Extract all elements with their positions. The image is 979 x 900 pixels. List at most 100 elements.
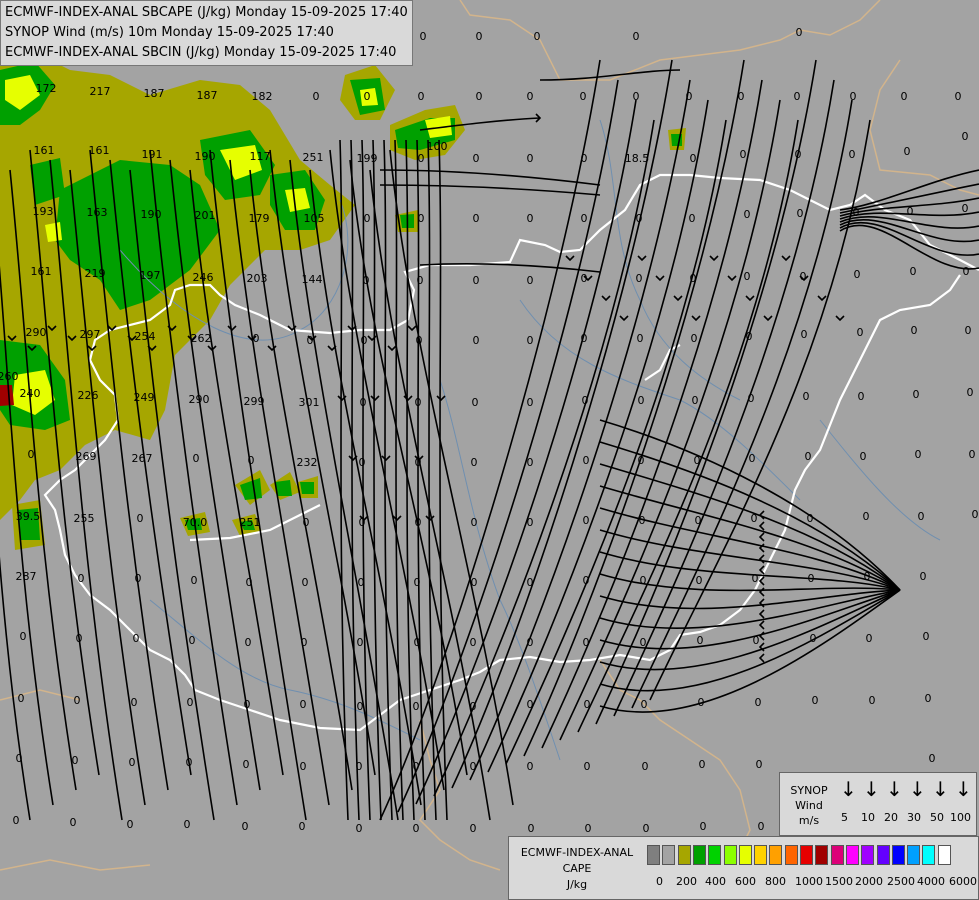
cape-subtitle: CAPE xyxy=(562,862,592,875)
cin-value-label: 0 xyxy=(689,212,696,225)
cin-value-label: 161 xyxy=(34,144,55,157)
cin-value-label: 0 xyxy=(810,632,817,645)
cin-value-label: 0 xyxy=(191,574,198,587)
cin-value-label: 0 xyxy=(16,752,23,765)
cin-value-label: 0 xyxy=(690,272,697,285)
cape-color-swatch xyxy=(922,845,936,865)
cin-value-label: 0 xyxy=(907,205,914,218)
cin-value-label: 0 xyxy=(695,514,702,527)
header-line-wind: SYNOP Wind (m/s) 10m Monday 15-09-2025 1… xyxy=(5,25,334,40)
cape-color-swatch xyxy=(861,845,875,865)
cin-value-label: 0 xyxy=(963,265,970,278)
cin-value-label: 240 xyxy=(20,387,41,400)
cape-legend-title: ECMWF-INDEX-ANAL CAPE J/kg xyxy=(513,845,641,893)
cin-value-label: 226 xyxy=(78,389,99,402)
cin-value-label: 0 xyxy=(70,816,77,829)
cin-value-label: 0 xyxy=(527,396,534,409)
cin-value-label: 0 xyxy=(300,760,307,773)
cin-value-label: 0 xyxy=(413,700,420,713)
synop-speed-label: 100 xyxy=(950,811,971,824)
cin-value-label: 0 xyxy=(76,632,83,645)
cape-color-swatch xyxy=(907,845,921,865)
cin-value-label: 254 xyxy=(135,330,156,343)
header-line-cape: ECMWF-INDEX-ANAL SBCAPE (J/kg) Monday 15… xyxy=(5,5,408,20)
cape-tick-label: 0 xyxy=(656,875,663,888)
synop-unit: m/s xyxy=(798,814,820,827)
cape-color-swatch xyxy=(662,845,676,865)
cin-value-label: 0 xyxy=(476,90,483,103)
cin-value-label: 0 xyxy=(913,388,920,401)
cin-value-label: 0 xyxy=(696,574,703,587)
map-header: ECMWF-INDEX-ANAL SBCAPE (J/kg) Monday 15… xyxy=(0,0,413,66)
cin-value-label: 0 xyxy=(581,152,588,165)
cin-value-label: 0 xyxy=(910,265,917,278)
cin-value-label: 0 xyxy=(413,822,420,835)
cin-value-label: 0 xyxy=(473,274,480,287)
cin-value-label: 0 xyxy=(805,450,812,463)
cape-color-swatch xyxy=(769,845,783,865)
cape-color-swatch xyxy=(937,845,951,865)
cin-value-label: 0 xyxy=(28,448,35,461)
weather-map[interactable]: 0000000000000000172217187187182098.90161… xyxy=(0,0,979,900)
cin-value-label: 0 xyxy=(307,334,314,347)
cin-value-label: 0 xyxy=(643,822,650,835)
cin-value-label: 0 xyxy=(581,272,588,285)
cape-tick-label: 1000 xyxy=(795,875,823,888)
cin-value-label: 0 xyxy=(797,207,804,220)
cin-value-label: 0 xyxy=(527,636,534,649)
cin-value-label: 0 xyxy=(901,90,908,103)
cin-value-label: 0 xyxy=(744,208,751,221)
cape-color-swatch xyxy=(677,845,691,865)
wind-arrow-icon: ↓ xyxy=(886,777,903,801)
cin-value-label: 0 xyxy=(527,90,534,103)
cin-value-label: 0 xyxy=(920,570,927,583)
cin-value-label: 0 xyxy=(581,212,588,225)
cin-value-label: 0 xyxy=(808,572,815,585)
cape-color-swatch xyxy=(891,845,905,865)
cin-value-label: 0 xyxy=(301,636,308,649)
cape-color-swatch xyxy=(876,845,890,865)
cape-unit: J/kg xyxy=(566,878,588,891)
cin-value-label: 255 xyxy=(74,512,95,525)
cin-value-label: 0 xyxy=(72,754,79,767)
cin-value-label: 0 xyxy=(361,334,368,347)
cin-value-label: 0 xyxy=(356,822,363,835)
cin-value-label: 105 xyxy=(304,212,325,225)
cape-color-swatch xyxy=(708,845,722,865)
cin-value-label: 0 xyxy=(752,572,759,585)
cin-value-label: 246 xyxy=(193,271,214,284)
cin-value-label: 0 xyxy=(359,516,366,529)
cin-value-label: 0 xyxy=(186,756,193,769)
cin-value-label: 0 xyxy=(415,456,422,469)
synop-speed-label: 20 xyxy=(884,811,898,824)
cin-value-label: 0 xyxy=(418,152,425,165)
cin-value-label: 0 xyxy=(583,636,590,649)
cin-value-label: 0 xyxy=(471,576,478,589)
cin-value-label: 0 xyxy=(581,332,588,345)
cin-value-label: 0 xyxy=(20,630,27,643)
cape-color-swatch xyxy=(692,845,706,865)
cin-value-label: 0 xyxy=(756,758,763,771)
cin-value-label: 0 xyxy=(248,454,255,467)
cin-value-label: 290 xyxy=(26,326,47,339)
cin-value-label: 0 xyxy=(691,332,698,345)
cin-value-label: 0 xyxy=(476,30,483,43)
cin-value-label: 0 xyxy=(470,636,477,649)
cin-value-label: 0 xyxy=(127,818,134,831)
cin-value-label: 0 xyxy=(749,452,756,465)
cin-value-label: 0 xyxy=(243,758,250,771)
cin-value-label: 0 xyxy=(915,448,922,461)
cape-title: ECMWF-INDEX-ANAL xyxy=(520,846,634,859)
synop-legend-title: SYNOP Wind m/s xyxy=(784,783,834,828)
cin-value-label: 0 xyxy=(253,332,260,345)
cin-value-label: 0 xyxy=(242,820,249,833)
cape-color-swatch xyxy=(784,845,798,865)
cin-value-label: 0 xyxy=(359,456,366,469)
cin-value-label: 0 xyxy=(753,634,760,647)
cin-value-label: 0 xyxy=(358,576,365,589)
cin-value-label: 0 xyxy=(244,698,251,711)
cin-value-label: 0 xyxy=(473,212,480,225)
cin-value-label: 0 xyxy=(633,30,640,43)
cin-value-label: 0 xyxy=(860,450,867,463)
cin-value-label: 0 xyxy=(690,152,697,165)
